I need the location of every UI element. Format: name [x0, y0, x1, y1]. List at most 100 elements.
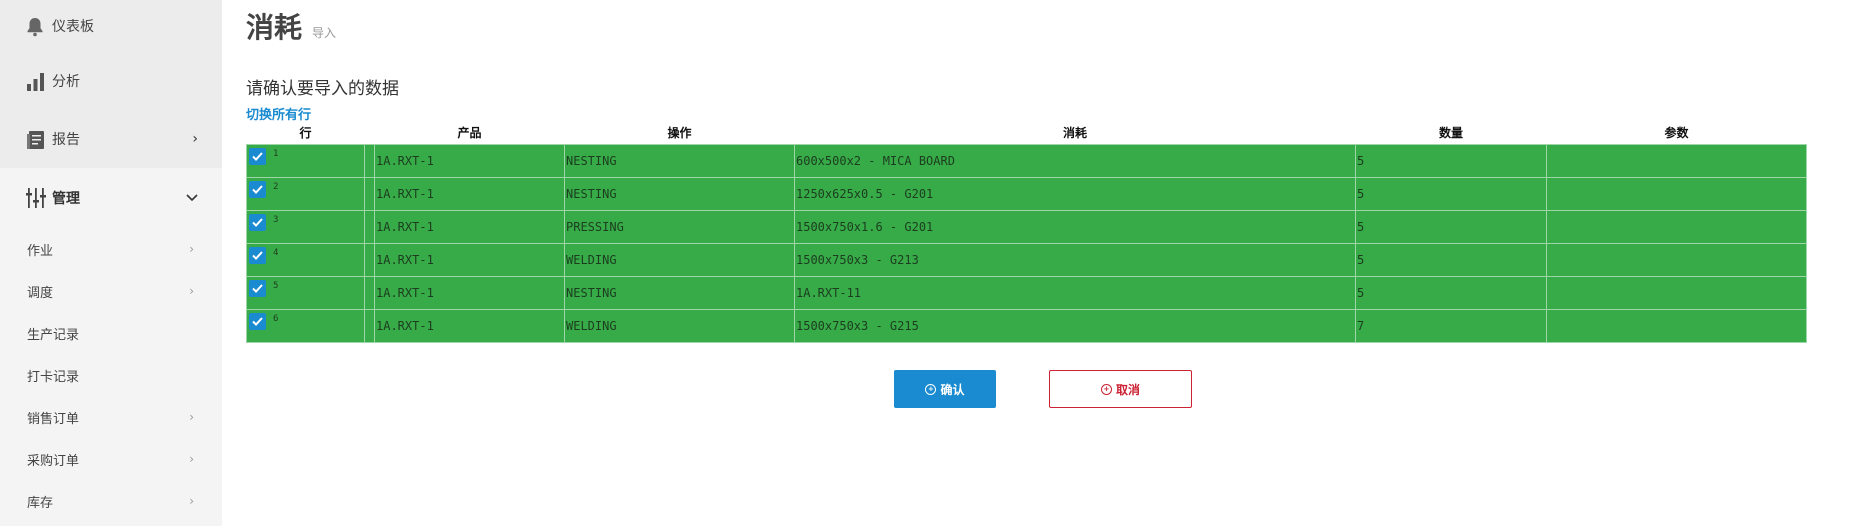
row-number: 5	[273, 280, 279, 291]
sidebar-subitem-purchase-orders[interactable]: 采购订单 ›	[0, 438, 222, 480]
row-number: 3	[273, 214, 279, 225]
report-icon	[26, 128, 46, 150]
table-row[interactable]: 5 1A.RXT-1 NESTING 1A.RXT-11 5	[246, 275, 1807, 310]
row-select-cell: 5	[246, 275, 365, 310]
table-row[interactable]: 2 1A.RXT-1 NESTING 1250x625x0.5 - G201 5	[246, 176, 1807, 211]
row-checkbox[interactable]	[249, 213, 266, 231]
table-row[interactable]: 1 1A.RXT-1 NESTING 600x500x2 - MICA BOARD 5	[246, 143, 1807, 178]
row-checkbox[interactable]	[249, 180, 266, 198]
row-number: 2	[273, 181, 279, 192]
row-checkbox[interactable]	[249, 246, 266, 264]
operation-cell: WELDING	[564, 242, 795, 277]
checkmark-icon	[252, 184, 263, 194]
params-cell	[1546, 242, 1807, 277]
row-spacer-cell	[364, 275, 375, 310]
page-header: 消耗 导入	[246, 0, 1849, 48]
sidebar-item-label: 报告	[52, 132, 80, 148]
row-spacer-cell	[364, 209, 375, 244]
checkmark-icon	[252, 151, 263, 161]
plus-circle-icon: +	[925, 383, 937, 395]
product-cell: 1A.RXT-1	[374, 275, 565, 310]
toggle-all-rows-link[interactable]: 切换所有行	[246, 104, 1849, 123]
consumption-cell: 600x500x2 - MICA BOARD	[794, 143, 1356, 178]
column-header-spacer	[364, 122, 375, 144]
consumption-cell: 1500x750x3 - G215	[794, 308, 1356, 343]
sidebar-subitem-label: 采购订单	[27, 453, 80, 469]
sidebar-item-analysis[interactable]: 分析	[0, 52, 222, 110]
checkmark-icon	[252, 250, 263, 260]
sidebar-subitem-jobs[interactable]: 作业 ›	[0, 228, 222, 270]
bell-icon	[26, 15, 46, 37]
sidebar-subitem-production-records[interactable]: 生产记录	[0, 312, 222, 354]
quantity-cell: 5	[1355, 176, 1547, 211]
table-row[interactable]: 6 1A.RXT-1 WELDING 1500x750x3 - G215 7	[246, 308, 1807, 343]
sidebar-item-label: 管理	[52, 191, 80, 207]
row-checkbox[interactable]	[249, 147, 266, 165]
chevron-right-icon: ›	[189, 410, 194, 424]
operation-cell: NESTING	[564, 143, 795, 178]
sidebar-item-dashboard[interactable]: 仪表板	[0, 0, 222, 52]
sidebar-item-label: 仪表板	[52, 19, 94, 35]
sidebar-item-admin[interactable]: 管理	[0, 168, 222, 228]
sidebar-subitem-label: 打卡记录	[27, 369, 80, 385]
row-number: 4	[273, 247, 279, 258]
sidebar-subitem-schedule[interactable]: 调度 ›	[0, 270, 222, 312]
main-content: 消耗 导入 请确认要导入的数据 切换所有行 行 产品 操作 消耗 数量 参数 1…	[222, 0, 1849, 526]
row-checkbox[interactable]	[249, 312, 266, 330]
row-checkbox[interactable]	[249, 279, 266, 297]
operation-cell: NESTING	[564, 176, 795, 211]
column-header-quantity: 数量	[1355, 122, 1547, 144]
product-cell: 1A.RXT-1	[374, 242, 565, 277]
column-header-params: 参数	[1546, 122, 1807, 144]
params-cell	[1546, 143, 1807, 178]
sidebar-subitem-label: 调度	[27, 285, 54, 301]
row-select-cell: 6	[246, 308, 365, 343]
column-header-consumption: 消耗	[794, 122, 1356, 144]
sidebar-subitem-label: 作业	[27, 243, 54, 259]
sidebar: 仪表板 分析 报告 › 管理 作业 › 调度 › 生产记录 打卡记录 销售订单 …	[0, 0, 222, 526]
params-cell	[1546, 308, 1807, 343]
plus-circle-icon: +	[1100, 383, 1112, 395]
table-row[interactable]: 3 1A.RXT-1 PRESSING 1500x750x1.6 - G201 5	[246, 209, 1807, 244]
row-select-cell: 4	[246, 242, 365, 277]
chevron-right-icon: ›	[189, 494, 194, 508]
operation-cell: PRESSING	[564, 209, 795, 244]
operation-cell: NESTING	[564, 275, 795, 310]
sidebar-item-reports[interactable]: 报告 ›	[0, 110, 222, 168]
row-spacer-cell	[364, 308, 375, 343]
params-cell	[1546, 275, 1807, 310]
checkmark-icon	[252, 217, 263, 227]
checkmark-icon	[252, 316, 263, 326]
chevron-right-icon: ›	[189, 284, 194, 298]
quantity-cell: 5	[1355, 209, 1547, 244]
sidebar-subitem-label: 生产记录	[27, 327, 80, 343]
consumption-cell: 1500x750x3 - G213	[794, 242, 1356, 277]
consumption-cell: 1500x750x1.6 - G201	[794, 209, 1356, 244]
confirm-button-label: 确认	[940, 382, 965, 397]
quantity-cell: 5	[1355, 143, 1547, 178]
consumption-cell: 1250x625x0.5 - G201	[794, 176, 1356, 211]
bar-chart-icon	[26, 70, 46, 92]
chevron-down-icon	[186, 190, 198, 206]
sidebar-subitem-sales-orders[interactable]: 销售订单 ›	[0, 396, 222, 438]
operation-cell: WELDING	[564, 308, 795, 343]
confirm-heading: 请确认要导入的数据	[246, 79, 399, 99]
params-cell	[1546, 176, 1807, 211]
sidebar-subitem-label: 销售订单	[27, 411, 80, 427]
chevron-right-icon: ›	[189, 242, 194, 256]
sidebar-subitem-clock-records[interactable]: 打卡记录	[0, 354, 222, 396]
table-row[interactable]: 4 1A.RXT-1 WELDING 1500x750x3 - G213 5	[246, 242, 1807, 277]
cancel-button[interactable]: + 取消	[1049, 370, 1192, 408]
row-spacer-cell	[364, 176, 375, 211]
chevron-right-icon: ›	[189, 452, 194, 466]
checkmark-icon	[252, 283, 263, 293]
confirm-button[interactable]: + 确认	[894, 370, 996, 408]
column-header-row: 行	[246, 122, 365, 144]
row-spacer-cell	[364, 143, 375, 178]
sidebar-subitem-inventory[interactable]: 库存 ›	[0, 480, 222, 522]
row-select-cell: 3	[246, 209, 365, 244]
sidebar-item-label: 分析	[52, 74, 80, 90]
quantity-cell: 5	[1355, 275, 1547, 310]
admin-icon	[26, 187, 46, 209]
import-table: 行 产品 操作 消耗 数量 参数 1 1A.RXT-1 NESTING 600x50…	[246, 122, 1807, 343]
